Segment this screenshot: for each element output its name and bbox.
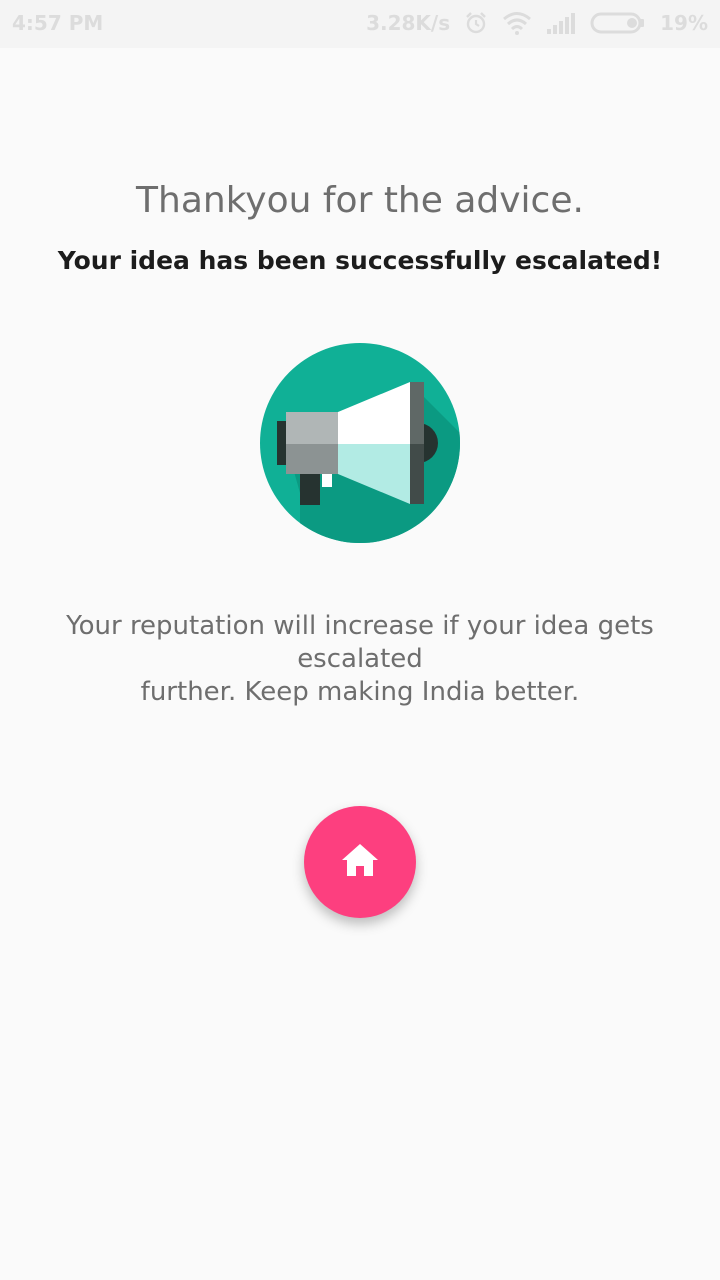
page-title: Thankyou for the advice. [136,180,584,221]
megaphone-icon [260,343,460,543]
status-bar: 4:57 PM 3.28K/s 19% [0,0,720,48]
status-time: 4:57 PM [12,11,104,35]
network-speed: 3.28K/s [366,11,451,35]
success-subtitle: Your idea has been successfully escalate… [57,246,663,275]
wifi-icon [502,11,532,35]
status-indicators: 3.28K/s 19% [352,11,708,35]
message-line-1: Your reputation will increase if your id… [66,611,654,674]
message-line-2: further. Keep making India better. [140,677,580,707]
home-button[interactable] [304,806,416,918]
reputation-message: Your reputation will increase if your id… [0,610,720,709]
home-icon [340,842,380,883]
alarm-icon [464,11,488,35]
signal-icon [546,11,576,35]
battery-percent: 19% [660,11,708,35]
battery-icon [590,11,646,35]
